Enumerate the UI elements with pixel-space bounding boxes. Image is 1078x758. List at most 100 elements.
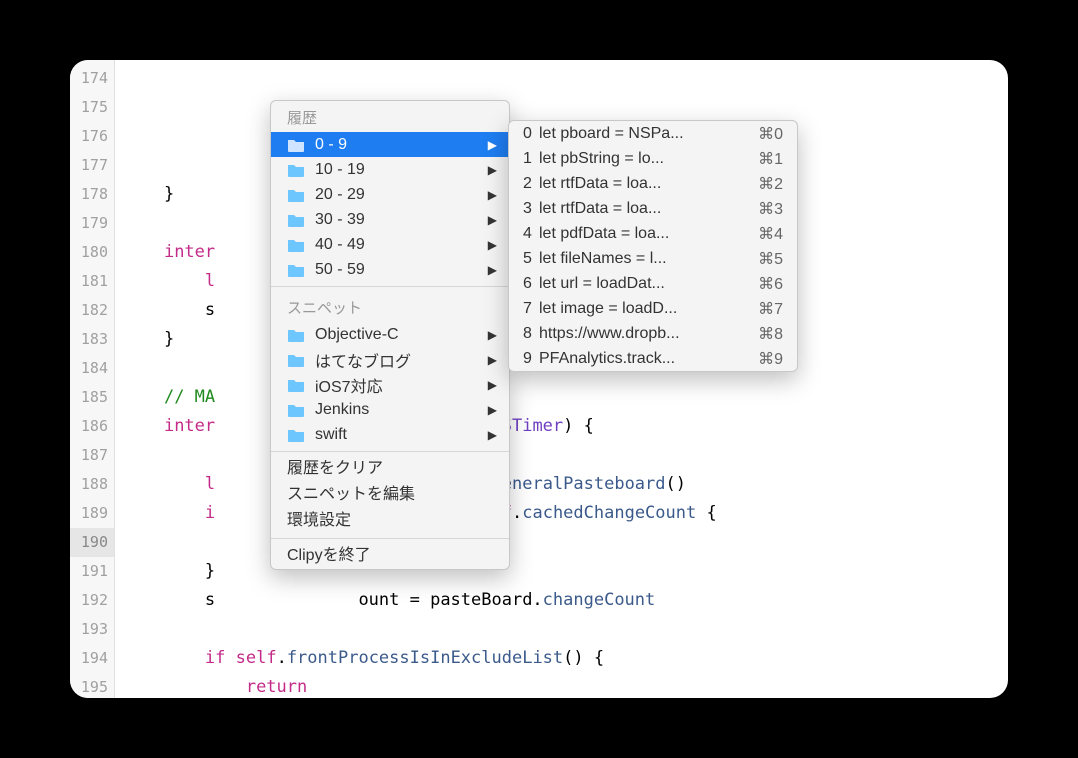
folder-icon <box>287 213 305 227</box>
keyboard-shortcut: ⌘4 <box>758 224 783 244</box>
line-number: 186 <box>70 412 114 441</box>
entry-text: let url = loadDat... <box>539 275 744 293</box>
entry-index: 8 <box>523 325 539 343</box>
menu-action[interactable]: 環境設定 <box>271 508 509 534</box>
entry-index: 4 <box>523 225 539 243</box>
code-line <box>115 441 1008 470</box>
menu-section-history: 履歴 <box>271 101 509 132</box>
keyboard-shortcut: ⌘5 <box>758 249 783 269</box>
menu-action[interactable]: スニペットを編集 <box>271 482 509 508</box>
line-number: 194 <box>70 644 114 673</box>
line-number: 175 <box>70 93 114 122</box>
menu-item-label: 50 - 59 <box>315 261 480 279</box>
entry-index: 2 <box>523 175 539 193</box>
history-range-item[interactable]: 0 - 9▶ <box>271 132 509 157</box>
line-number: 174 <box>70 64 114 93</box>
line-number: 176 <box>70 122 114 151</box>
code-line: inter ips(sender: NSTimer) { <box>115 412 1008 441</box>
line-number: 193 <box>70 615 114 644</box>
editor-screenshot: 1741751761771781791801811821831841851861… <box>70 60 1008 698</box>
menu-item-label: 履歴をクリア <box>287 459 493 479</box>
snippet-folder-item[interactable]: Objective-C ▶ <box>271 322 509 347</box>
snippet-items: Objective-C▶はてなブログ▶iOS7対応▶Jenkins▶swift▶ <box>271 322 509 447</box>
clipy-menu[interactable]: 履歴 0 - 9▶10 - 19▶20 - 29▶30 - 39▶40 - 49… <box>270 100 510 570</box>
keyboard-shortcut: ⌘8 <box>758 324 783 344</box>
entry-index: 3 <box>523 200 539 218</box>
menu-item-label: Jenkins <box>315 401 480 419</box>
menu-item-label: 環境設定 <box>287 511 493 531</box>
clipy-submenu[interactable]: 0let pboard = NSPa...⌘01let pbString = l… <box>508 120 798 372</box>
snippet-folder-item[interactable]: iOS7対応 ▶ <box>271 372 509 397</box>
folder-icon <box>287 428 305 442</box>
line-number: 177 <box>70 151 114 180</box>
snippet-folder-item[interactable]: swift▶ <box>271 422 509 447</box>
code-line: if self.frontProcessIsInExcludeList() { <box>115 644 1008 673</box>
entry-text: let pdfData = loa... <box>539 225 744 243</box>
clipboard-entry[interactable]: 2let rtfData = loa...⌘2 <box>509 171 797 196</box>
clipboard-entry[interactable]: 4let pdfData = loa... ⌘4 <box>509 221 797 246</box>
folder-icon <box>287 238 305 252</box>
menu-item-label: スニペットを編集 <box>287 485 493 505</box>
clipboard-entry[interactable]: 3let rtfData = loa...⌘3 <box>509 196 797 221</box>
history-range-item[interactable]: 10 - 19▶ <box>271 157 509 182</box>
menu-action[interactable]: 履歴をクリア <box>271 456 509 482</box>
clipboard-entry[interactable]: 6let url = loadDat...⌘6 <box>509 271 797 296</box>
menu-separator <box>271 286 509 287</box>
code-line <box>115 528 1008 557</box>
chevron-right-icon: ▶ <box>488 428 497 442</box>
chevron-right-icon: ▶ <box>488 138 497 152</box>
chevron-right-icon: ▶ <box>488 328 497 342</box>
chevron-right-icon: ▶ <box>488 163 497 177</box>
history-range-item[interactable]: 20 - 29▶ <box>271 182 509 207</box>
menu-separator <box>271 451 509 452</box>
line-number: 179 <box>70 209 114 238</box>
entry-index: 0 <box>523 125 539 143</box>
line-number: 184 <box>70 354 114 383</box>
snippet-folder-item[interactable]: はてなブログ▶ <box>271 347 509 372</box>
history-range-item[interactable]: 50 - 59▶ <box>271 257 509 282</box>
chevron-right-icon: ▶ <box>488 378 497 392</box>
line-number-gutter: 1741751761771781791801811821831841851861… <box>70 60 115 698</box>
clipboard-entry[interactable]: 7let image = loadD...⌘7 <box>509 296 797 321</box>
menu-item-label: 20 - 29 <box>315 186 480 204</box>
menu-item-label: 40 - 49 <box>315 236 480 254</box>
entry-index: 9 <box>523 350 539 368</box>
code-line: i geCount == self.cachedChangeCount { <box>115 499 1008 528</box>
entry-text: let rtfData = loa... <box>539 175 744 193</box>
history-range-item[interactable]: 30 - 39 ▶ <box>271 207 509 232</box>
folder-icon <box>287 263 305 277</box>
line-number: 190 <box>70 528 114 557</box>
folder-icon <box>287 163 305 177</box>
entry-text: PFAnalytics.track... <box>539 350 744 368</box>
folder-icon <box>287 188 305 202</box>
history-items: 0 - 9▶10 - 19▶20 - 29▶30 - 39▶40 - 49▶50… <box>271 132 509 282</box>
clipboard-entry[interactable]: 9PFAnalytics.track... ⌘9 <box>509 346 797 371</box>
menu-item-label: はてなブログ <box>315 348 480 372</box>
entry-text: let fileNames = l... <box>539 250 744 268</box>
history-range-item[interactable]: 40 - 49▶ <box>271 232 509 257</box>
clipboard-entry[interactable]: 1let pbString = lo...⌘1 <box>509 146 797 171</box>
chevron-right-icon: ▶ <box>488 213 497 227</box>
menu-item-label: iOS7対応 <box>315 373 480 397</box>
code-line: } <box>115 557 1008 586</box>
keyboard-shortcut: ⌘0 <box>758 124 783 144</box>
snippet-folder-item[interactable]: Jenkins▶ <box>271 397 509 422</box>
folder-icon <box>287 403 305 417</box>
keyboard-shortcut: ⌘9 <box>758 349 783 369</box>
menu-section-snippets: スニペット <box>271 291 509 322</box>
clipboard-entry[interactable]: 0let pboard = NSPa...⌘0 <box>509 121 797 146</box>
code-line <box>115 64 1008 93</box>
line-number: 182 <box>70 296 114 325</box>
menu-quit[interactable]: Clipyを終了 <box>271 543 509 569</box>
clipboard-entry[interactable]: 8https://www.dropb...⌘8 <box>509 321 797 346</box>
entry-index: 1 <box>523 150 539 168</box>
keyboard-shortcut: ⌘6 <box>758 274 783 294</box>
clipboard-entry[interactable]: 5let fileNames = l...⌘5 <box>509 246 797 271</box>
menu-item-label: 30 - 39 <box>315 211 480 229</box>
line-number: 188 <box>70 470 114 499</box>
code-line: l ISPasteboard.generalPasteboard() <box>115 470 1008 499</box>
folder-icon <box>287 328 305 342</box>
menu-item-label: Objective-C <box>315 326 480 344</box>
code-line <box>115 93 1008 122</box>
code-line: return <box>115 673 1008 698</box>
